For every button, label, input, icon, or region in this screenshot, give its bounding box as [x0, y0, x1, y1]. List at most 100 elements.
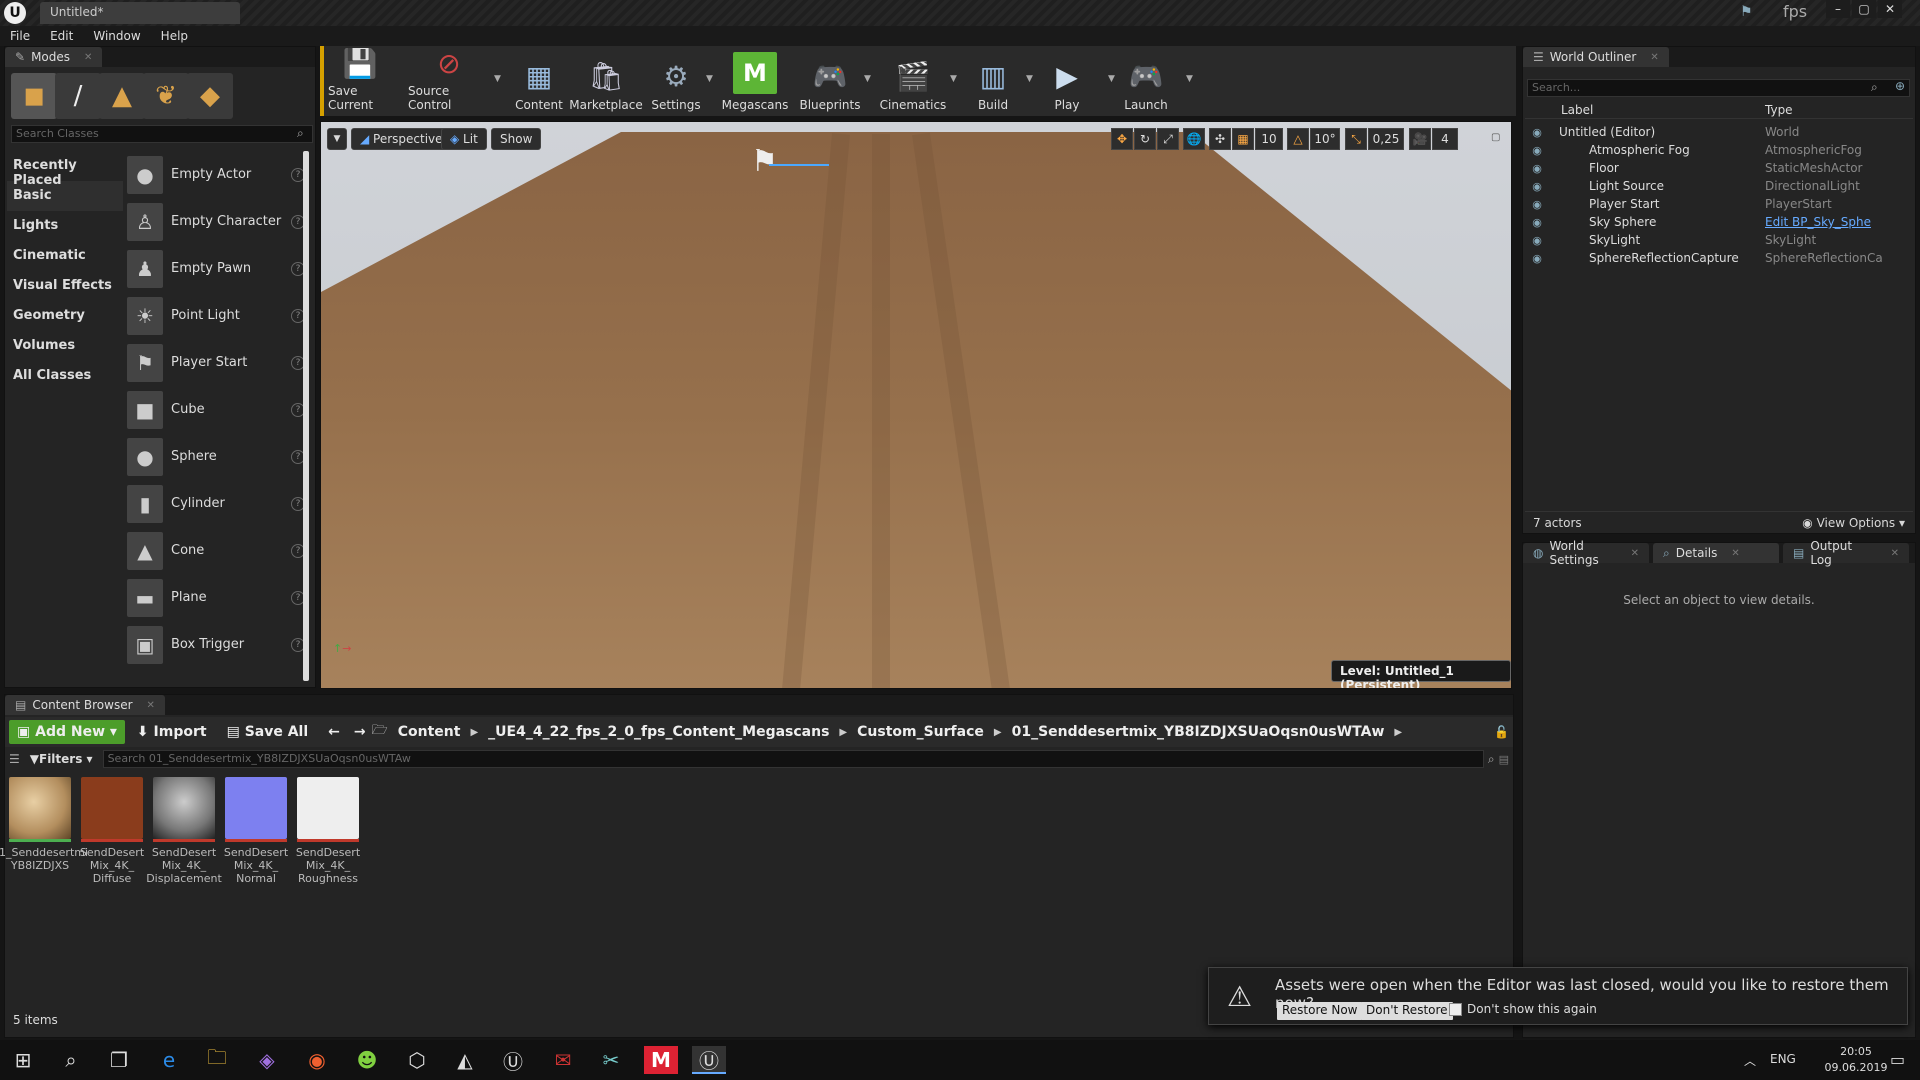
file-explorer-icon[interactable]: 🗀 — [200, 1045, 234, 1074]
close-icon[interactable]: ✕ — [147, 700, 155, 711]
camera-speed-icon[interactable]: 🎥 — [1409, 128, 1431, 150]
chevron-down-icon[interactable]: ▼ — [1026, 74, 1033, 84]
build-button[interactable]: ▥ Build — [966, 50, 1020, 113]
task-view-icon[interactable]: ❐ — [102, 1046, 136, 1074]
class-item[interactable]: ▲ Cone? — [127, 527, 305, 574]
save-current-button[interactable]: 💾 Save Current — [328, 47, 392, 112]
chevron-down-icon[interactable]: ▼ — [950, 74, 957, 84]
paint-mode-button[interactable]: / — [55, 73, 101, 119]
outliner-row[interactable]: ◉ Player Start PlayerStart — [1525, 195, 1913, 213]
feedback-icon[interactable]: ⚑ — [1740, 4, 1753, 20]
asset-tile[interactable]: SendDesert Mix_4K_ Diffuse — [80, 777, 144, 885]
content-button[interactable]: ▦ Content — [514, 50, 564, 113]
scale-icon[interactable]: ⤢ — [1157, 128, 1179, 150]
menu-help[interactable]: Help — [151, 26, 198, 46]
class-item[interactable]: ☀ Point Light? — [127, 292, 305, 339]
scale-snap-icon[interactable]: ⤡ — [1345, 128, 1367, 150]
category-cinematic[interactable]: Cinematic — [7, 241, 123, 271]
sources-panel-icon[interactable]: ☰ — [9, 752, 20, 766]
breadcrumb-megascans[interactable]: _UE4_4_22_fps_2_0_fps_Content_Megascans — [482, 724, 835, 740]
foliage-mode-button[interactable]: ❦ — [143, 73, 189, 119]
megascans-button[interactable]: M Megascans — [720, 50, 790, 112]
asset-tile[interactable]: SendDesert Mix_4K_ Normal — [224, 777, 288, 885]
class-list-scrollbar[interactable] — [303, 151, 309, 681]
scale-snap-value[interactable]: 0,25 — [1368, 128, 1404, 150]
eye-icon[interactable]: ◉ — [1525, 252, 1549, 265]
edit-blueprint-link[interactable]: Edit BP_Sky_Sphe — [1765, 215, 1871, 229]
restore-now-button[interactable]: Restore Now — [1277, 1002, 1363, 1020]
chevron-down-icon[interactable]: ▼ — [706, 74, 713, 84]
chevron-down-icon[interactable]: ▼ — [864, 74, 871, 84]
asset-tile[interactable]: SendDesert Mix_4K_ Roughness — [296, 777, 360, 885]
play-button[interactable]: ▶ Play — [1042, 50, 1092, 113]
eye-icon[interactable]: ◉ — [1525, 216, 1549, 229]
perspective-button[interactable]: ◢ Perspective — [351, 128, 452, 150]
category-recently-placed[interactable]: Recently Placed — [7, 151, 123, 188]
eye-icon[interactable]: ◉ — [1525, 234, 1549, 247]
category-geometry[interactable]: Geometry — [7, 301, 123, 331]
class-item[interactable]: ▬ Plane? — [127, 574, 305, 621]
geometry-mode-button[interactable]: ◆ — [187, 73, 233, 119]
category-lights[interactable]: Lights — [7, 211, 123, 241]
dont-show-again-checkbox[interactable] — [1449, 1003, 1462, 1016]
menu-window[interactable]: Window — [83, 26, 150, 46]
category-all-classes[interactable]: All Classes — [7, 361, 123, 391]
modes-tab[interactable]: ✎ Modes ✕ — [5, 47, 103, 67]
maximize-viewport-icon[interactable]: ▢ — [1491, 132, 1500, 143]
asset-tile[interactable]: SendDesert Mix_4K_ Displacement — [146, 777, 222, 885]
class-item[interactable]: ▣ Box Trigger? — [127, 621, 305, 668]
add-new-button[interactable]: ▣ Add New ▾ — [9, 720, 125, 744]
grid-snap-value[interactable]: 10 — [1255, 128, 1283, 150]
outliner-row[interactable]: ◉ SphereReflectionCapture SphereReflection… — [1525, 249, 1913, 267]
class-item[interactable]: ● Empty Actor? — [127, 151, 305, 198]
clock[interactable]: 20:05 09.06.2019 — [1824, 1044, 1888, 1076]
search-classes-input[interactable]: Search Classes — [11, 125, 313, 143]
eye-icon[interactable]: ◉ — [1525, 144, 1549, 157]
eye-icon[interactable]: ◉ — [1525, 198, 1549, 211]
outliner-row[interactable]: ◉ Floor StaticMeshActor — [1525, 159, 1913, 177]
import-button[interactable]: ⬇ Import — [129, 720, 215, 744]
outliner-row[interactable]: ◉ Light Source DirectionalLight — [1525, 177, 1913, 195]
surface-snap-icon[interactable]: ✣ — [1209, 128, 1231, 150]
grid-snap-icon[interactable]: ▦ — [1232, 128, 1254, 150]
chevron-right-icon[interactable]: ▶ — [994, 727, 1002, 738]
chevron-right-icon[interactable]: ▶ — [1394, 727, 1402, 738]
megascans-bridge-icon[interactable]: M — [644, 1046, 678, 1074]
outliner-row[interactable]: ◉ Atmospheric Fog AtmosphericFog — [1525, 141, 1913, 159]
source-control-button[interactable]: ⊘ Source Control — [408, 47, 490, 112]
language-indicator[interactable]: ENG — [1770, 1052, 1796, 1066]
outliner-row[interactable]: ◉ SkyLight SkyLight — [1525, 231, 1913, 249]
tab-output-log[interactable]: ▤ Output Log ✕ — [1783, 539, 1909, 567]
level-viewport[interactable]: ⚑ ▼ ◢ Perspective ◈ Lit Show ✥ ↻ ⤢ 🌐 ✣ ▦… — [320, 121, 1512, 689]
close-icon[interactable]: ✕ — [1891, 548, 1899, 559]
content-browser-tab[interactable]: ▤ Content Browser ✕ — [5, 695, 165, 715]
cinematics-button[interactable]: 🎬 Cinematics — [878, 50, 948, 113]
chevron-down-icon[interactable]: ▼ — [1186, 74, 1193, 84]
viewport-options-button[interactable]: ▼ — [327, 128, 347, 150]
close-icon[interactable]: ✕ — [84, 52, 92, 63]
maximize-button[interactable]: ▢ — [1852, 0, 1876, 18]
show-button[interactable]: Show — [491, 128, 542, 150]
notifications-icon[interactable]: ▭ — [1890, 1050, 1905, 1069]
chat-icon[interactable]: ✉ — [546, 1046, 580, 1074]
column-label[interactable]: Label — [1525, 103, 1765, 118]
class-item[interactable]: ■ Cube? — [127, 386, 305, 433]
filters-button[interactable]: ▼Filters ▾ — [24, 752, 99, 766]
class-item[interactable]: ▮ Cylinder? — [127, 480, 305, 527]
tab-details[interactable]: ⌕ Details ✕ — [1653, 543, 1779, 563]
category-visual-effects[interactable]: Visual Effects — [7, 271, 123, 301]
world-icon[interactable]: 🌐 — [1183, 128, 1205, 150]
place-mode-button[interactable]: ◼ — [11, 73, 57, 119]
save-search-icon[interactable]: ▤ — [1499, 753, 1509, 766]
player-start-flag-icon[interactable]: ⚑ — [751, 144, 778, 179]
forward-button[interactable]: → — [352, 720, 368, 744]
breadcrumb-content[interactable]: Content — [392, 724, 467, 740]
pin-icon[interactable]: ⊕ — [1895, 79, 1905, 93]
minimize-button[interactable]: – — [1826, 0, 1850, 18]
unity-icon[interactable]: ◭ — [448, 1046, 482, 1074]
lock-icon[interactable]: 🔓 — [1494, 725, 1509, 739]
outliner-search-input[interactable]: Search... — [1527, 79, 1910, 97]
chevron-down-icon[interactable]: ▼ — [494, 74, 501, 84]
camera-speed-value[interactable]: 4 — [1432, 128, 1458, 150]
eye-icon[interactable]: ◉ — [1525, 180, 1549, 193]
